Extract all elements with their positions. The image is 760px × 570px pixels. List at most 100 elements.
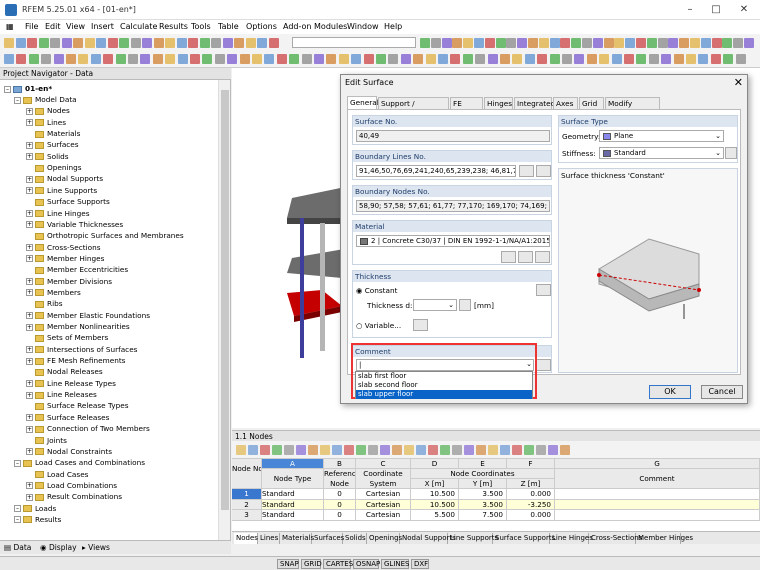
- toolbar-icon[interactable]: [487, 54, 498, 64]
- table-tab[interactable]: Nodes: [234, 533, 258, 544]
- tree-item[interactable]: + Surface Releases: [26, 412, 109, 423]
- menu-results[interactable]: Results: [159, 22, 188, 31]
- expander-icon[interactable]: +: [26, 357, 33, 365]
- toolbar-icon[interactable]: [53, 54, 64, 64]
- table-cell[interactable]: 10.500: [411, 489, 459, 500]
- expander-icon[interactable]: +: [26, 153, 33, 161]
- toolbar-icon[interactable]: [517, 38, 528, 48]
- tree-item[interactable]: + Members: [26, 287, 81, 298]
- toolbar-icon[interactable]: [388, 54, 399, 64]
- toolbar-icon[interactable]: [152, 54, 163, 64]
- comment-option-second-floor[interactable]: slab second floor: [356, 381, 532, 390]
- expander-icon[interactable]: +: [26, 380, 33, 388]
- tree-item[interactable]: + Variable Thicknesses: [26, 219, 123, 230]
- toolbar-icon[interactable]: [50, 38, 60, 48]
- toolbar-icon[interactable]: [599, 54, 610, 64]
- table-toolbar-icon[interactable]: [248, 445, 258, 455]
- table-tab[interactable]: Cross-Sections: [589, 533, 642, 544]
- col-letter-f[interactable]: F: [507, 459, 555, 469]
- toolbar-icon[interactable]: [351, 54, 362, 64]
- toolbar-icon[interactable]: [668, 38, 679, 48]
- toolbar-icon[interactable]: [586, 54, 597, 64]
- toolbar-icon[interactable]: [441, 38, 452, 48]
- toolbar-icon[interactable]: [78, 54, 89, 64]
- toolbar-icon[interactable]: [84, 38, 95, 48]
- table-cell[interactable]: -3.250: [507, 499, 555, 510]
- toolbar-icon[interactable]: [646, 38, 657, 48]
- table-tab[interactable]: Nodal Supports: [400, 533, 456, 544]
- expander-icon[interactable]: +: [26, 107, 33, 115]
- toolbar-icon[interactable]: [673, 54, 684, 64]
- boundary-nodes-field[interactable]: 58,90; 57,58; 57,61; 61,77; 77,170; 169,…: [356, 200, 550, 212]
- toolbar-icon[interactable]: [61, 38, 72, 48]
- menu-file[interactable]: File: [25, 22, 38, 31]
- toolbar-icon[interactable]: [90, 54, 101, 64]
- table-toolbar-icon[interactable]: [320, 445, 330, 455]
- expander-icon[interactable]: +: [26, 141, 33, 149]
- table-cell[interactable]: 0.000: [507, 489, 555, 500]
- lines-options-button[interactable]: [536, 165, 551, 177]
- table-cell[interactable]: Cartesian: [356, 510, 411, 521]
- toolbar-icon[interactable]: [165, 38, 175, 48]
- toolbar-icon[interactable]: [452, 38, 463, 48]
- expander-icon[interactable]: –: [14, 505, 21, 513]
- menu-addon-modules[interactable]: Add-on Modules: [283, 22, 347, 31]
- toolbar-icon[interactable]: [38, 38, 49, 48]
- comment-option-upper-floor[interactable]: slab upper floor: [356, 390, 532, 399]
- toolbar-icon[interactable]: [549, 54, 560, 64]
- toolbar-icon[interactable]: [107, 38, 118, 48]
- toolbar-icon[interactable]: [744, 38, 754, 48]
- tree-item[interactable]: + Lines: [26, 117, 66, 128]
- tree-item[interactable]: + Solids: [26, 151, 69, 162]
- table-cell[interactable]: 0.000: [507, 510, 555, 521]
- expander-icon[interactable]: +: [26, 175, 33, 183]
- toolbar-icon[interactable]: [698, 54, 709, 64]
- ok-button[interactable]: OK: [649, 385, 691, 399]
- toolbar-icon[interactable]: [420, 38, 430, 48]
- toolbar-icon[interactable]: [177, 54, 188, 64]
- status-toggle[interactable]: CARTES: [323, 559, 353, 569]
- table-cell[interactable]: 0: [324, 510, 356, 521]
- expander-icon[interactable]: +: [26, 323, 33, 331]
- menu-view[interactable]: View: [66, 22, 85, 31]
- tree-item[interactable]: +Surface Supports: [26, 196, 110, 207]
- constant-radio[interactable]: ◉ Constant: [356, 286, 398, 295]
- table-tab[interactable]: Openings: [367, 533, 402, 544]
- table-toolbar-icon[interactable]: [368, 445, 378, 455]
- tree-item[interactable]: + FE Mesh Refinements: [26, 355, 125, 366]
- toolbar-icon[interactable]: [611, 54, 622, 64]
- nav-tab-views[interactable]: ▸ Views: [82, 543, 110, 552]
- tree-item[interactable]: + Surfaces: [26, 139, 79, 150]
- toolbar-icon[interactable]: [245, 38, 256, 48]
- toolbar-icon[interactable]: [15, 38, 26, 48]
- status-toggle[interactable]: GRID: [301, 559, 322, 569]
- toolbar-icon[interactable]: [234, 38, 244, 48]
- expander-icon[interactable]: +: [26, 312, 33, 320]
- tree-item[interactable]: – Results: [14, 514, 61, 525]
- toolbar-icon[interactable]: [115, 54, 126, 64]
- toolbar-icon[interactable]: [268, 38, 279, 48]
- tree-item[interactable]: + Intersections of Surfaces: [26, 344, 137, 355]
- toolbar-icon[interactable]: [301, 54, 312, 64]
- table-cell[interactable]: Cartesian: [356, 499, 411, 510]
- comment-option-first-floor[interactable]: slab first floor: [356, 372, 532, 381]
- toolbar-icon[interactable]: [648, 54, 659, 64]
- tab-support-eccentricity[interactable]: Support / Eccentricity: [378, 97, 449, 117]
- tree-item[interactable]: + Nodal Supports: [26, 173, 103, 184]
- thickness-input[interactable]: ⌄: [413, 299, 457, 311]
- toolbar-icon[interactable]: [528, 38, 538, 48]
- toolbar-icon[interactable]: [103, 54, 114, 64]
- status-toggle[interactable]: OSNAP: [353, 559, 380, 569]
- table-cell[interactable]: 10.500: [411, 499, 459, 510]
- col-letter-g[interactable]: G: [555, 459, 760, 469]
- table-cell[interactable]: Standard: [262, 510, 324, 521]
- table-toolbar-icon[interactable]: [332, 445, 342, 455]
- tree-item[interactable]: +Ribs: [26, 298, 63, 309]
- expander-icon[interactable]: +: [26, 187, 33, 195]
- toolbar-icon[interactable]: [430, 38, 441, 48]
- table-tab[interactable]: Surface Supports: [493, 533, 555, 544]
- toolbar-icon[interactable]: [73, 38, 83, 48]
- toolbar-icon[interactable]: [574, 54, 585, 64]
- toolbar-icon[interactable]: [723, 54, 734, 64]
- tree-item[interactable]: + Result Combinations: [26, 491, 122, 502]
